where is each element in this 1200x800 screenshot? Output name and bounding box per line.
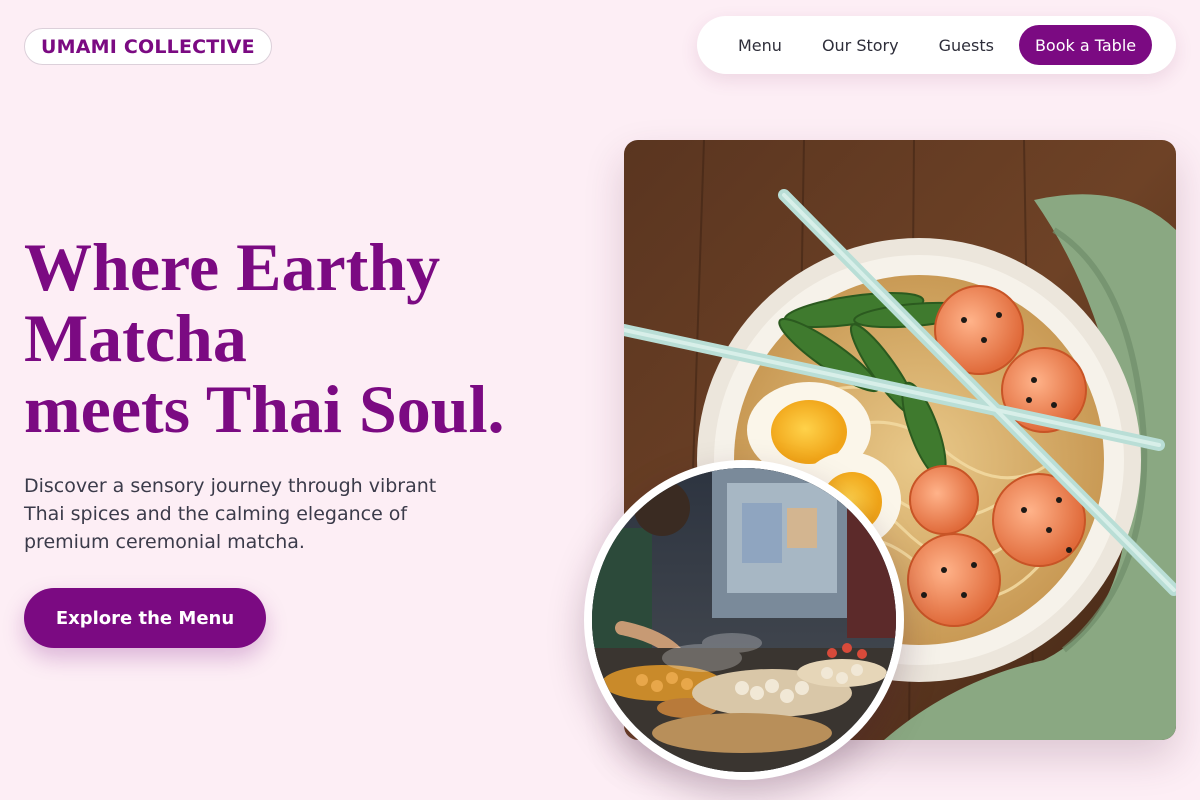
street-food-illustration (592, 468, 896, 772)
book-table-button[interactable]: Book a Table (1018, 25, 1153, 65)
brand-logo[interactable]: UMAMI COLLECTIVE (24, 28, 272, 65)
subcopy-line-1: Discover a sensory journey through vibra… (24, 475, 437, 497)
street-food-image (584, 460, 904, 780)
hero-subcopy: Discover a sensory journey through vibra… (24, 472, 484, 556)
explore-menu-button[interactable]: Explore the Menu (24, 588, 266, 648)
headline-line-2: Matcha (24, 300, 247, 376)
headline-line-3: meets Thai Soul. (24, 371, 505, 447)
nav-link-our-story[interactable]: Our Story (802, 36, 919, 55)
subcopy-line-3: premium ceremonial matcha. (24, 531, 305, 553)
hero-headline: Where Earthy Matcha meets Thai Soul. (24, 232, 584, 445)
headline-line-1: Where Earthy (24, 229, 441, 305)
nav-link-guests[interactable]: Guests (919, 36, 1014, 55)
subcopy-line-2: Thai spices and the calming elegance of (24, 503, 408, 525)
main-nav: Menu Our Story Guests Book a Table (697, 16, 1176, 74)
nav-link-menu[interactable]: Menu (718, 36, 802, 55)
